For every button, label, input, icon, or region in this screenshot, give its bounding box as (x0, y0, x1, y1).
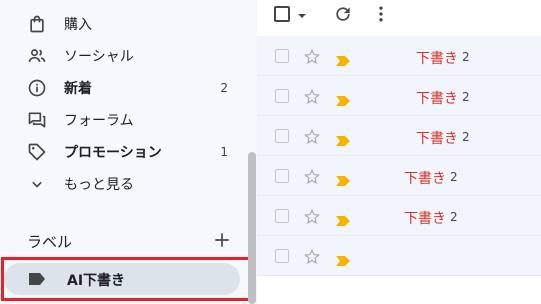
draft-label: 下書き (404, 171, 446, 187)
star-icon[interactable] (303, 128, 321, 146)
chevron-down-icon (27, 174, 47, 194)
star-icon[interactable] (303, 208, 321, 226)
row-checkbox[interactable] (275, 209, 289, 223)
row-checkbox[interactable] (275, 49, 289, 63)
important-marker-icon[interactable] (336, 251, 350, 266)
more-vert-icon[interactable] (371, 4, 391, 24)
sidebar-item-label: フォーラム (64, 113, 134, 129)
row-checkbox[interactable] (275, 89, 289, 103)
draft-label: 下書き (404, 211, 446, 227)
add-label-icon[interactable] (212, 230, 232, 250)
star-icon[interactable] (303, 48, 321, 66)
important-marker-icon[interactable] (336, 131, 350, 146)
sidebar-item-promotions[interactable]: プロモーション 1 (0, 136, 245, 168)
sidebar-item-label: プロモーション (64, 145, 162, 161)
table-row[interactable]: 下書き 2 (257, 116, 541, 156)
important-marker-icon[interactable] (336, 51, 350, 66)
unread-count: 2 (220, 81, 228, 95)
star-icon[interactable] (303, 88, 321, 106)
star-icon[interactable] (303, 248, 321, 266)
sidebar-item-label: もっと見る (64, 177, 134, 193)
table-row[interactable]: 下書き 2 (257, 196, 541, 236)
thread-count: 2 (450, 170, 458, 184)
highlight-annotation (1, 257, 254, 301)
shopping-bag-icon (27, 14, 47, 34)
thread-count: 2 (462, 90, 470, 104)
sidebar-item-label: 新着 (64, 81, 92, 97)
info-icon (27, 78, 47, 98)
important-marker-icon[interactable] (336, 211, 350, 226)
table-row[interactable]: 下書き 2 (257, 76, 541, 116)
labels-section-header: ラベル (0, 226, 245, 256)
row-checkbox[interactable] (275, 169, 289, 183)
sidebar-item-updates[interactable]: 新着 2 (0, 72, 245, 104)
sidebar-item-forums[interactable]: フォーラム (0, 104, 245, 136)
sidebar: 購入 ソーシャル 新着 2 フォーラム プロモーション 1 もっと見る ラベル … (0, 0, 257, 304)
thread-count: 2 (462, 130, 470, 144)
table-row[interactable]: 下書き 2 (257, 36, 541, 76)
draft-label: 下書き (416, 131, 458, 147)
sidebar-item-purchases[interactable]: 購入 (0, 8, 245, 40)
row-checkbox[interactable] (275, 129, 289, 143)
sidebar-scrollbar[interactable] (248, 152, 256, 304)
sidebar-item-label: 購入 (64, 17, 92, 33)
refresh-icon[interactable] (333, 4, 353, 24)
people-icon (27, 46, 47, 66)
sidebar-item-more[interactable]: もっと見る (0, 168, 245, 200)
select-all-checkbox[interactable] (274, 6, 290, 22)
thread-count: 2 (450, 210, 458, 224)
sidebar-item-label: ソーシャル (64, 49, 134, 65)
labels-title: ラベル (27, 233, 73, 251)
important-marker-icon[interactable] (336, 171, 350, 186)
tag-icon (27, 142, 47, 162)
unread-count: 1 (220, 145, 228, 159)
important-marker-icon[interactable] (336, 91, 350, 106)
star-icon[interactable] (303, 168, 321, 186)
forum-icon (27, 110, 47, 130)
toolbar (257, 0, 541, 32)
sidebar-item-social[interactable]: ソーシャル (0, 40, 245, 72)
row-checkbox[interactable] (275, 249, 289, 263)
table-row[interactable]: 下書き 2 (257, 156, 541, 196)
table-row[interactable] (257, 236, 541, 276)
mail-list: 下書き 2 下書き 2 下書き 2 下書き 2 下書き 2 (257, 0, 541, 304)
thread-count: 2 (462, 50, 470, 64)
draft-label: 下書き (416, 51, 458, 67)
caret-down-icon[interactable] (296, 7, 308, 19)
draft-label: 下書き (416, 91, 458, 107)
